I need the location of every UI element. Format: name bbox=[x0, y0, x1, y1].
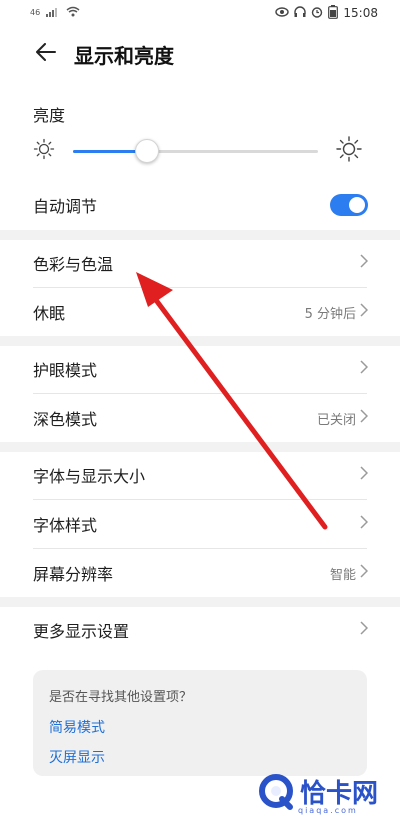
dark-mode-label: 深色模式 bbox=[33, 410, 98, 429]
chevron-right-icon bbox=[360, 254, 369, 272]
font-style-label: 字体样式 bbox=[33, 516, 98, 535]
brightness-label: 亮度 bbox=[33, 106, 66, 125]
chevron-right-icon bbox=[360, 515, 369, 533]
color-temperature-label: 色彩与色温 bbox=[33, 255, 114, 274]
row-right: 5 分钟后 bbox=[304, 303, 369, 322]
chevron-right-icon bbox=[360, 621, 369, 639]
watermark-domain: qiaqa.com bbox=[298, 806, 358, 815]
watermark-q-icon bbox=[259, 774, 293, 810]
chevron-right-icon bbox=[360, 466, 369, 484]
row-right bbox=[360, 254, 369, 272]
eye-comfort-label: 护眼模式 bbox=[33, 361, 98, 380]
chevron-right-icon bbox=[360, 564, 369, 582]
suggestion-card: 是否在寻找其他设置项？ 简易模式 灭屏显示 bbox=[33, 670, 367, 776]
status-right: 15:08 bbox=[275, 4, 378, 22]
sleep-value: 5 分钟后 bbox=[304, 306, 356, 322]
page-title: 显示和亮度 bbox=[74, 43, 174, 68]
back-button[interactable] bbox=[26, 34, 66, 74]
font-display-size-label: 字体与显示大小 bbox=[33, 467, 146, 486]
chevron-right-icon bbox=[360, 409, 369, 427]
chevron-right-icon bbox=[360, 360, 369, 378]
font-style-row[interactable]: 字体样式 bbox=[0, 499, 400, 549]
simple-mode-link[interactable]: 简易模式 bbox=[49, 717, 351, 737]
chevron-right-icon bbox=[360, 303, 369, 321]
color-temperature-row[interactable]: 色彩与色温 bbox=[0, 238, 400, 288]
more-display-settings-row[interactable]: 更多显示设置 bbox=[0, 605, 400, 655]
brightness-slider[interactable] bbox=[73, 138, 318, 163]
screen-resolution-value: 智能 bbox=[329, 567, 356, 583]
screen-resolution-row[interactable]: 屏幕分辨率 智能 bbox=[0, 548, 400, 598]
suggestion-question: 是否在寻找其他设置项？ bbox=[49, 690, 193, 705]
row-right bbox=[360, 466, 369, 484]
sun-large-icon bbox=[336, 136, 362, 166]
eye-comfort-row[interactable]: 护眼模式 bbox=[0, 344, 400, 394]
status-bar: 46 15:08 bbox=[0, 0, 400, 26]
watermark-text: 恰卡网 bbox=[300, 778, 379, 809]
clock-text: 15:08 bbox=[343, 6, 378, 20]
headphones-icon bbox=[294, 5, 307, 21]
sun-small-icon bbox=[33, 138, 55, 164]
sleep-label: 休眠 bbox=[33, 304, 66, 323]
dark-mode-row[interactable]: 深色模式 已关闭 bbox=[0, 393, 400, 443]
always-on-display-link[interactable]: 灭屏显示 bbox=[49, 747, 351, 767]
eye-icon bbox=[275, 6, 290, 20]
sleep-row[interactable]: 休眠 5 分钟后 bbox=[0, 287, 400, 337]
row-right bbox=[360, 515, 369, 533]
brightness-slider-row bbox=[33, 136, 367, 166]
signal-type-text: 46 bbox=[30, 8, 41, 17]
battery-icon bbox=[328, 4, 339, 22]
wifi-icon bbox=[66, 6, 80, 20]
toggle-knob bbox=[349, 197, 365, 213]
row-right: 智能 bbox=[329, 564, 369, 583]
auto-adjust-label: 自动调节 bbox=[33, 197, 98, 216]
header-bar: 显示和亮度 bbox=[0, 30, 400, 78]
dark-mode-value: 已关闭 bbox=[316, 412, 356, 428]
brightness-slider-thumb[interactable] bbox=[134, 138, 159, 163]
row-right bbox=[360, 360, 369, 378]
signal-icon bbox=[46, 6, 60, 20]
row-right: 已关闭 bbox=[316, 409, 369, 428]
font-display-size-row[interactable]: 字体与显示大小 bbox=[0, 450, 400, 500]
back-arrow-icon bbox=[36, 43, 56, 65]
auto-adjust-row[interactable]: 自动调节 bbox=[0, 180, 400, 230]
status-left: 46 bbox=[30, 6, 80, 20]
alarm-icon bbox=[311, 6, 323, 21]
screen-resolution-label: 屏幕分辨率 bbox=[33, 565, 114, 584]
auto-adjust-toggle[interactable] bbox=[330, 194, 368, 216]
row-right bbox=[360, 621, 369, 639]
more-display-settings-label: 更多显示设置 bbox=[33, 622, 130, 641]
